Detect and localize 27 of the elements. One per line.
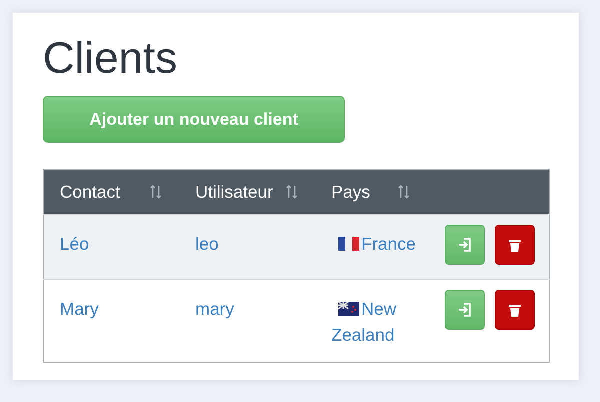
column-label: Pays — [332, 182, 370, 202]
column-label: Contact — [60, 182, 120, 202]
delete-button[interactable] — [495, 290, 535, 330]
login-icon — [458, 238, 472, 252]
trash-icon — [509, 238, 521, 252]
sort-icon[interactable] — [398, 184, 410, 200]
page-title: Clients — [43, 33, 178, 85]
trash-icon — [509, 304, 521, 316]
contact-link[interactable]: Léo — [60, 234, 90, 254]
delete-button[interactable] — [495, 225, 535, 265]
user-link[interactable]: leo — [196, 234, 219, 254]
column-header[interactable]: Contact — [44, 170, 180, 214]
flag-icon — [338, 237, 360, 251]
login-button[interactable] — [445, 225, 485, 265]
login-icon — [458, 303, 472, 317]
column-header[interactable]: Pays — [316, 170, 428, 214]
sort-icon[interactable] — [286, 184, 298, 200]
sort-icon[interactable] — [150, 184, 162, 200]
add-client-button[interactable]: Ajouter un nouveau client — [43, 96, 345, 143]
user-link[interactable]: mary — [196, 299, 234, 319]
column-header[interactable]: Utilisateur — [180, 170, 316, 214]
flag-icon — [338, 302, 360, 316]
contact-link[interactable]: Mary — [60, 299, 99, 319]
column-label: Utilisateur — [196, 182, 274, 202]
country-link[interactable]: France — [332, 231, 420, 257]
login-button[interactable] — [445, 290, 485, 330]
country-link[interactable]: New Zealand — [332, 296, 420, 348]
